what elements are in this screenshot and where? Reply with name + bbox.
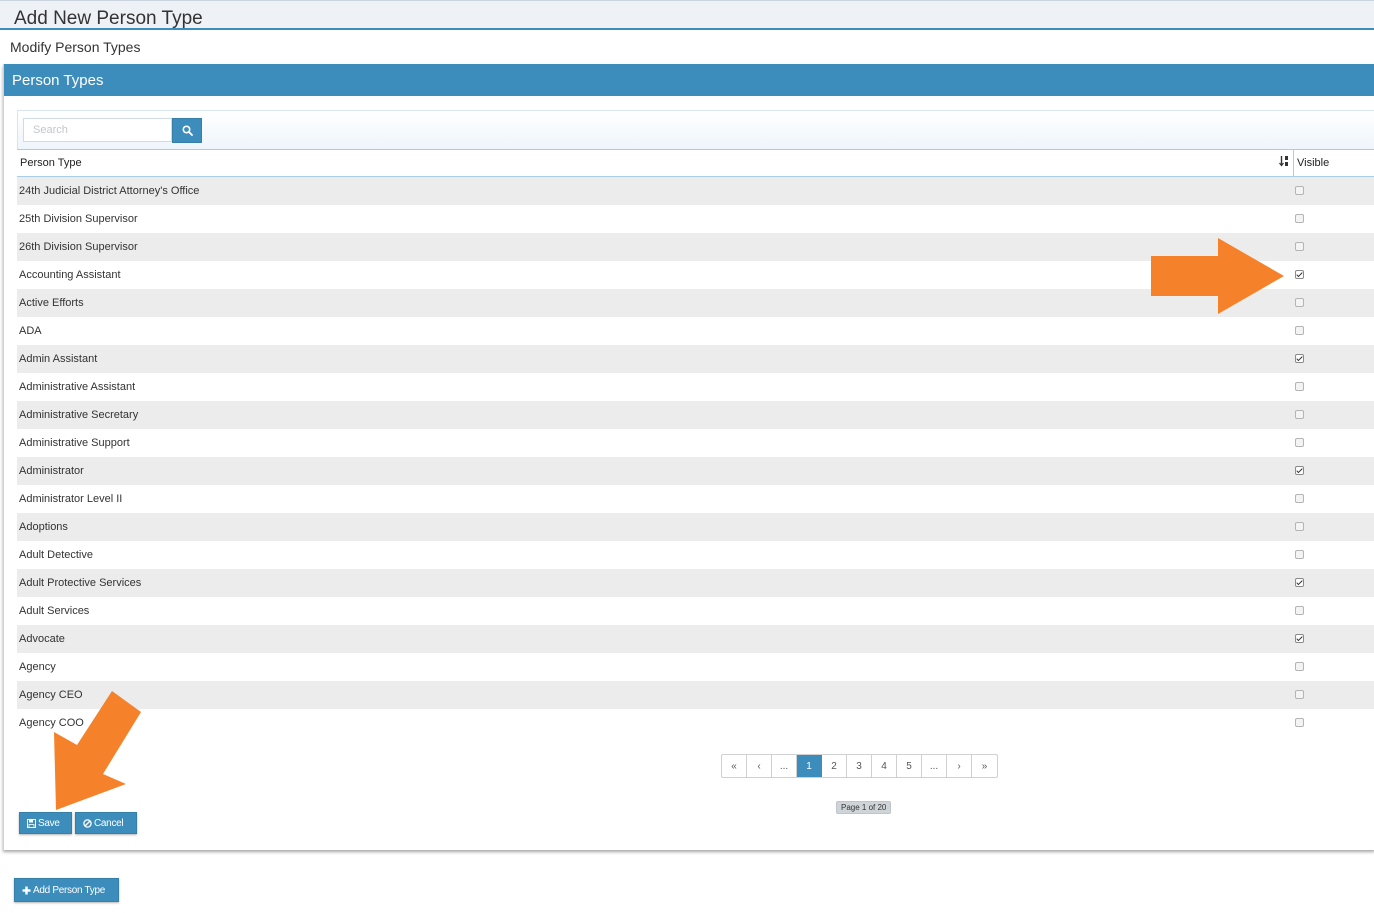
pagination-item[interactable]: »	[972, 755, 997, 777]
visible-checkbox[interactable]	[1295, 634, 1304, 643]
person-type-name: Administrative Support	[19, 437, 130, 449]
table-row[interactable]: Adult Protective Services	[17, 569, 1374, 597]
search-icon	[181, 125, 193, 136]
pagination-item[interactable]: 4	[872, 755, 897, 777]
grid-toolbar	[17, 110, 1374, 149]
table-row[interactable]: Accounting Assistant	[17, 261, 1374, 289]
table-row[interactable]: Active Efforts	[17, 289, 1374, 317]
table-row[interactable]: Adult Detective	[17, 541, 1374, 569]
sort-alpha-icon[interactable]	[1279, 155, 1289, 170]
person-type-name: Adult Protective Services	[19, 577, 142, 589]
ban-icon	[83, 818, 92, 828]
page-subtitle: Modify Person Types	[10, 39, 141, 55]
table-row[interactable]: Administrative Secretary	[17, 401, 1374, 429]
pagination-item[interactable]: ...	[922, 755, 947, 777]
visible-checkbox[interactable]	[1295, 550, 1304, 559]
table-row[interactable]: ADA	[17, 317, 1374, 345]
search-input[interactable]	[23, 118, 172, 142]
grid-body: 24th Judicial District Attorney's Office…	[17, 177, 1374, 737]
person-type-name: Admin Assistant	[19, 353, 98, 365]
plus-icon	[22, 886, 31, 894]
person-type-name: Adult Services	[19, 605, 90, 617]
person-type-name: Accounting Assistant	[19, 269, 121, 281]
pagination-item[interactable]: ‹	[747, 755, 772, 777]
table-row[interactable]: Agency	[17, 653, 1374, 681]
visible-checkbox[interactable]	[1295, 690, 1304, 699]
grid-header: Person Type Visible	[17, 149, 1374, 177]
search-button[interactable]	[172, 118, 202, 143]
visible-checkbox[interactable]	[1295, 298, 1304, 307]
pagination-item[interactable]: ›	[947, 755, 972, 777]
column-header-visible[interactable]: Visible	[1297, 157, 1329, 169]
table-row[interactable]: Administrator	[17, 457, 1374, 485]
pagination-item[interactable]: 2	[822, 755, 847, 777]
person-type-name: Adoptions	[19, 521, 68, 533]
person-type-name: Agency COO	[19, 717, 84, 729]
visible-checkbox[interactable]	[1295, 270, 1304, 279]
table-row[interactable]: Advocate	[17, 625, 1374, 653]
cancel-label: Cancel	[94, 817, 124, 829]
visible-checkbox[interactable]	[1295, 214, 1304, 223]
visible-checkbox[interactable]	[1295, 438, 1304, 447]
cancel-button[interactable]: Cancel	[75, 812, 137, 834]
visible-checkbox[interactable]	[1295, 410, 1304, 419]
column-divider	[1293, 150, 1294, 177]
pagination-item[interactable]: 1	[797, 755, 822, 777]
visible-checkbox[interactable]	[1295, 606, 1304, 615]
person-type-name: 24th Judicial District Attorney's Office	[19, 185, 200, 197]
visible-checkbox[interactable]	[1295, 578, 1304, 587]
table-row[interactable]: Administrator Level II	[17, 485, 1374, 513]
person-type-name: Adult Detective	[19, 549, 93, 561]
table-row[interactable]: Adoptions	[17, 513, 1374, 541]
pagination-item[interactable]: 5	[897, 755, 922, 777]
panel-heading: Person Types	[4, 64, 1374, 96]
visible-checkbox[interactable]	[1295, 354, 1304, 363]
visible-checkbox[interactable]	[1295, 494, 1304, 503]
person-type-name: Active Efforts	[19, 297, 84, 309]
person-type-name: 25th Division Supervisor	[19, 213, 138, 225]
visible-checkbox[interactable]	[1295, 718, 1304, 727]
visible-checkbox[interactable]	[1295, 242, 1304, 251]
pagination-item[interactable]: 3	[847, 755, 872, 777]
visible-checkbox[interactable]	[1295, 326, 1304, 335]
save-icon	[27, 818, 36, 828]
add-person-type-label: Add Person Type	[33, 884, 106, 896]
save-label: Save	[38, 817, 60, 829]
visible-checkbox[interactable]	[1295, 662, 1304, 671]
person-type-name: Advocate	[19, 633, 65, 645]
pagination: «‹... 1 2 3 4 5... ›»	[721, 754, 998, 778]
table-row[interactable]: Administrative Assistant	[17, 373, 1374, 401]
page-title: Add New Person Type	[14, 8, 203, 29]
table-row[interactable]: 25th Division Supervisor	[17, 205, 1374, 233]
person-type-name: Agency CEO	[19, 689, 83, 701]
table-row[interactable]: 24th Judicial District Attorney's Office	[17, 177, 1374, 205]
person-types-panel: Person Types Person Type Visible 24th Ju…	[3, 64, 1374, 850]
visible-checkbox[interactable]	[1295, 186, 1304, 195]
person-type-name: Administrator Level II	[19, 493, 123, 505]
person-type-name: 26th Division Supervisor	[19, 241, 138, 253]
page-header: Add New Person Type	[0, 0, 1374, 30]
table-row[interactable]: Adult Services	[17, 597, 1374, 625]
person-type-name: Administrative Assistant	[19, 381, 136, 393]
visible-checkbox[interactable]	[1295, 466, 1304, 475]
person-type-name: Administrator	[19, 465, 84, 477]
table-row[interactable]: 26th Division Supervisor	[17, 233, 1374, 261]
person-type-name: Agency	[19, 661, 56, 673]
add-person-type-button[interactable]: Add Person Type	[14, 878, 119, 902]
table-row[interactable]: Agency CEO	[17, 681, 1374, 709]
table-row[interactable]: Admin Assistant	[17, 345, 1374, 373]
visible-checkbox[interactable]	[1295, 382, 1304, 391]
pagination-item[interactable]: ...	[772, 755, 797, 777]
column-header-person-type[interactable]: Person Type	[20, 157, 82, 169]
table-row[interactable]: Administrative Support	[17, 429, 1374, 457]
pagination-item[interactable]: «	[722, 755, 747, 777]
save-button[interactable]: Save	[19, 812, 72, 834]
page-info: Page 1 of 20	[836, 801, 892, 814]
person-type-name: Administrative Secretary	[19, 409, 139, 421]
person-type-name: ADA	[19, 325, 42, 337]
visible-checkbox[interactable]	[1295, 522, 1304, 531]
table-row[interactable]: Agency COO	[17, 709, 1374, 737]
